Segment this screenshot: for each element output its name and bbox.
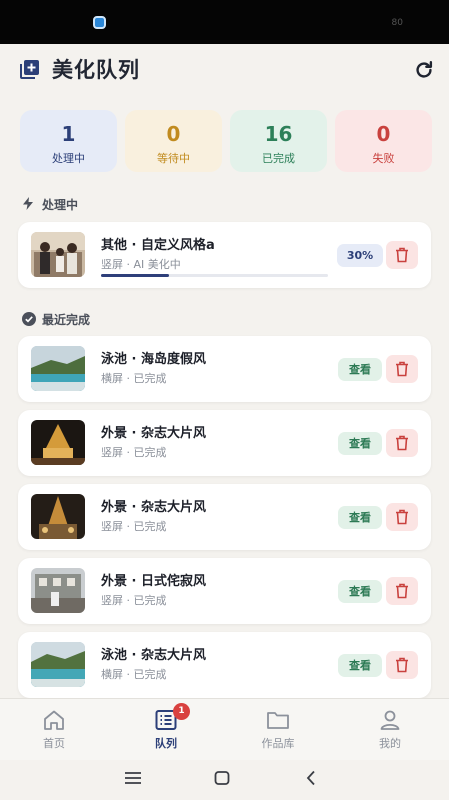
page-header: 美化队列 (0, 44, 449, 100)
item-subtitle: 竖屏 · AI 美化中 (101, 258, 181, 271)
tab-queue[interactable]: 1 队列 (126, 699, 206, 761)
view-button[interactable]: 查看 (338, 506, 382, 529)
delete-button[interactable] (386, 651, 418, 679)
tab-profile[interactable]: 我的 (350, 699, 430, 761)
photo-thumbnail (31, 346, 85, 391)
stat-value: 1 (61, 122, 76, 146)
delete-button[interactable] (386, 241, 418, 269)
item-subtitle: 横屏 · 已完成 (101, 668, 167, 681)
stat-label: 已完成 (262, 152, 295, 165)
tab-home[interactable]: 首页 (14, 699, 94, 761)
section-label: 最近完成 (42, 313, 91, 327)
status-bar: 80 (0, 0, 449, 44)
item-title: 泳池 · 杂志大片风 (101, 648, 206, 663)
trash-icon (396, 657, 408, 673)
trash-icon (396, 583, 408, 599)
folder-icon (267, 712, 289, 729)
stat-failed[interactable]: 0 失败 (335, 110, 432, 172)
photo-thumbnail (31, 568, 85, 613)
photo-thumbnail (31, 494, 85, 539)
stat-processing[interactable]: 1 处理中 (20, 110, 117, 172)
lightning-icon (23, 197, 33, 210)
item-subtitle: 竖屏 · 已完成 (101, 446, 167, 459)
notification-badge: 1 (173, 703, 190, 720)
check-circle-icon (22, 312, 36, 326)
delete-button[interactable] (386, 429, 418, 457)
trash-icon (396, 435, 408, 451)
queue-add-icon (20, 60, 39, 79)
view-button[interactable]: 查看 (338, 580, 382, 603)
completed-item[interactable]: 外景 · 杂志大片风 竖屏 · 已完成 查看 (18, 484, 431, 550)
stat-value: 0 (376, 122, 391, 146)
stat-value: 0 (166, 122, 181, 146)
section-label: 处理中 (42, 198, 79, 212)
progress-bar (101, 274, 328, 277)
item-subtitle: 竖屏 · 已完成 (101, 520, 167, 533)
stat-value: 16 (264, 122, 293, 146)
completed-item[interactable]: 外景 · 杂志大片风 竖屏 · 已完成 查看 (18, 410, 431, 476)
tab-label: 作品库 (261, 737, 295, 750)
home-square-icon[interactable] (214, 770, 230, 786)
bottom-tab-bar: 首页 1 队列 作品库 我的 (0, 698, 449, 760)
photo-thumbnail (31, 642, 85, 687)
trash-icon (396, 509, 408, 525)
item-title: 外景 · 杂志大片风 (101, 426, 206, 441)
photo-thumbnail (31, 420, 85, 465)
trash-icon (396, 247, 408, 263)
view-button[interactable]: 查看 (338, 358, 382, 381)
page-title: 美化队列 (52, 58, 140, 82)
item-subtitle: 竖屏 · 已完成 (101, 594, 167, 607)
home-icon (44, 710, 64, 730)
progress-bar-fill (101, 274, 170, 277)
back-icon[interactable] (305, 770, 317, 786)
item-title: 外景 · 日式侘寂风 (101, 574, 206, 589)
item-title: 外景 · 杂志大片风 (101, 500, 206, 515)
view-button[interactable]: 查看 (338, 432, 382, 455)
progress-percent-badge: 30% (337, 244, 383, 267)
completed-item[interactable]: 外景 · 日式侘寂风 竖屏 · 已完成 查看 (18, 558, 431, 624)
delete-button[interactable] (386, 577, 418, 605)
tab-label: 我的 (379, 737, 401, 750)
refresh-icon[interactable] (413, 59, 435, 81)
stat-label: 处理中 (52, 152, 85, 165)
completed-item[interactable]: 泳池 · 海岛度假风 横屏 · 已完成 查看 (18, 336, 431, 402)
tab-label: 首页 (43, 737, 65, 750)
item-title: 其他 · 自定义风格a (101, 238, 215, 253)
tab-gallery[interactable]: 作品库 (238, 699, 318, 761)
trash-icon (396, 361, 408, 377)
app-notification-icon (93, 16, 106, 29)
delete-button[interactable] (386, 503, 418, 531)
menu-icon[interactable] (124, 770, 142, 786)
view-button[interactable]: 查看 (338, 654, 382, 677)
user-icon (380, 710, 400, 730)
processing-item[interactable]: 其他 · 自定义风格a 竖屏 · AI 美化中 30% (18, 222, 431, 288)
completed-item[interactable]: 泳池 · 杂志大片风 横屏 · 已完成 查看 (18, 632, 431, 698)
stat-label: 失败 (372, 152, 395, 165)
system-navigation-bar (0, 760, 449, 800)
stats-row: 1 处理中 0 等待中 16 已完成 0 失败 (20, 110, 432, 172)
battery-level: 80 (391, 18, 403, 28)
stat-label: 等待中 (157, 152, 190, 165)
stat-completed[interactable]: 16 已完成 (230, 110, 327, 172)
delete-button[interactable] (386, 355, 418, 383)
tab-label: 队列 (155, 737, 177, 750)
photo-thumbnail (31, 232, 85, 277)
item-subtitle: 横屏 · 已完成 (101, 372, 167, 385)
item-title: 泳池 · 海岛度假风 (101, 352, 206, 367)
stat-waiting[interactable]: 0 等待中 (125, 110, 222, 172)
